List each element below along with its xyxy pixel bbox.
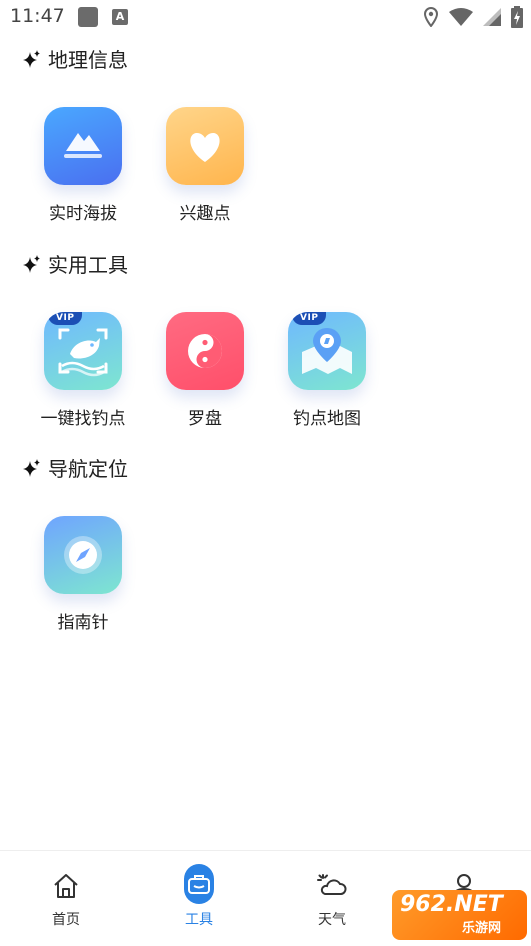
section-title-navigation: 导航定位 — [22, 453, 128, 482]
tool-fishing-spot-map[interactable]: VIP 钓点地图 — [267, 312, 387, 429]
wifi-icon — [449, 8, 473, 26]
nav-label: 工具 — [185, 912, 213, 928]
nav-item-tools[interactable]: 工具 — [159, 863, 239, 929]
tool-label: 指南针 — [57, 613, 109, 633]
tool-label: 钓点地图 — [293, 409, 361, 429]
home-icon — [51, 871, 81, 901]
nav-label: 首页 — [52, 912, 80, 928]
section-title-practical-tools: 实用工具 — [22, 249, 128, 278]
yin-yang-icon — [166, 312, 244, 390]
tool-compass-luopan[interactable]: 罗盘 — [145, 312, 265, 429]
toolbox-icon — [184, 863, 214, 904]
tool-compass[interactable]: 指南针 — [23, 516, 143, 633]
notification-square-icon — [78, 7, 98, 27]
compass-icon — [44, 516, 122, 594]
nav-item-weather[interactable]: 天气 — [292, 871, 372, 929]
tool-label: 兴趣点 — [179, 204, 231, 224]
status-time: 11:47 — [10, 5, 65, 27]
tool-find-fishing-spot[interactable]: VIP 一键找钓点 — [23, 312, 143, 429]
a-notification-icon: A — [112, 9, 128, 25]
tool-label: 实时海拔 — [49, 204, 117, 224]
vip-badge: VIP — [48, 312, 83, 325]
sparkle-icon — [23, 49, 40, 68]
nav-label: 天气 — [318, 912, 346, 928]
sparkle-icon — [23, 458, 40, 477]
fish-scan-icon: VIP — [44, 312, 122, 390]
sparkle-icon — [23, 254, 40, 273]
status-bar: 11:47 A — [0, 0, 531, 36]
watermark-logo: 962.NET 乐游网 — [392, 890, 527, 940]
map-pin-icon: VIP — [288, 312, 366, 390]
mountain-icon — [44, 107, 122, 185]
watermark-bottom-text: 乐游网 — [462, 921, 502, 936]
battery-icon — [511, 6, 523, 28]
tool-realtime-altitude[interactable]: 实时海拔 — [23, 107, 143, 224]
section-title-text: 导航定位 — [48, 457, 128, 481]
weather-icon — [317, 871, 347, 901]
vip-badge: VIP — [292, 312, 327, 325]
status-icons — [423, 6, 523, 28]
signal-icon — [483, 8, 501, 26]
section-title-text: 实用工具 — [48, 253, 128, 277]
location-icon — [423, 7, 439, 27]
heart-icon — [166, 107, 244, 185]
nav-item-home[interactable]: 首页 — [26, 871, 106, 929]
tool-points-of-interest[interactable]: 兴趣点 — [145, 107, 265, 224]
watermark-top-text: 962.NET — [400, 892, 503, 917]
tool-label: 罗盘 — [188, 409, 222, 429]
section-title-text: 地理信息 — [48, 48, 128, 72]
tool-label: 一键找钓点 — [40, 409, 126, 429]
section-title-geo-info: 地理信息 — [22, 44, 128, 73]
